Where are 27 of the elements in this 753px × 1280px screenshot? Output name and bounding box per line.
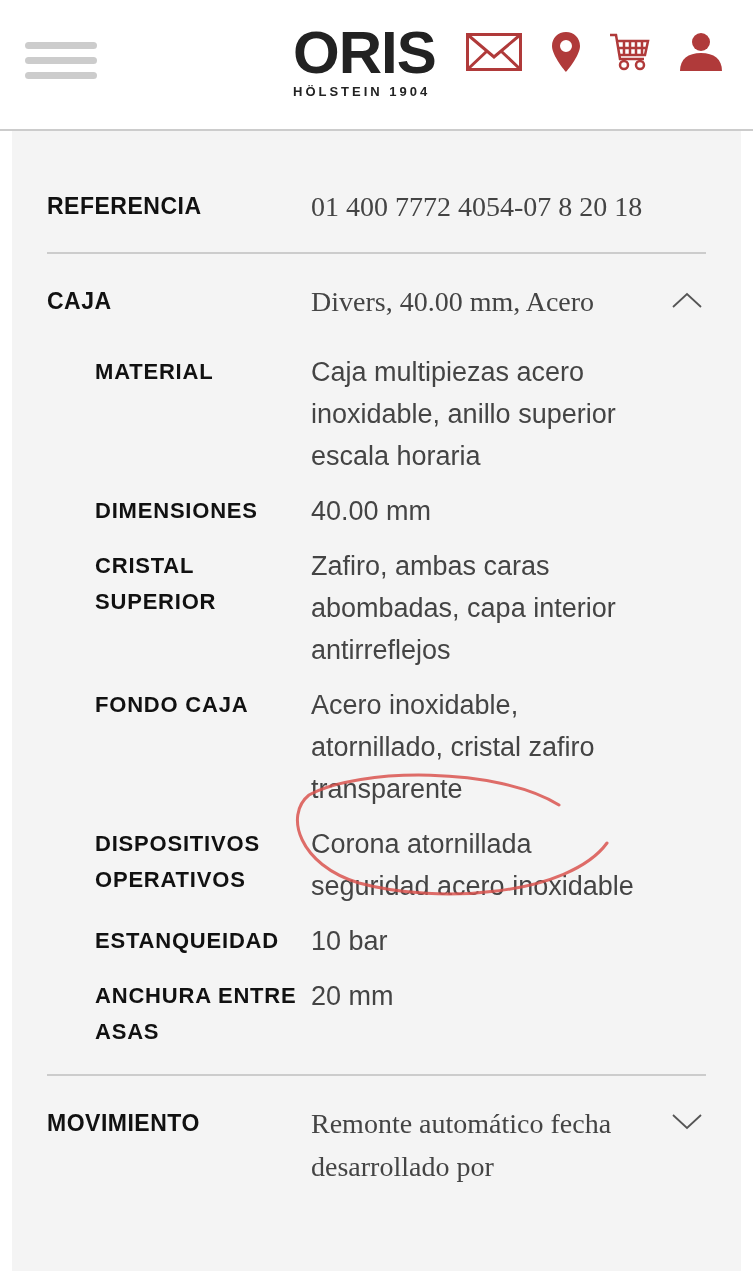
spec-label: FONDO CAJA [95,691,250,719]
spec-label: ANCHURA ENTRE ASAS [95,982,298,1046]
spec-value: 10 bar [311,926,388,956]
location-pin-icon[interactable] [552,32,580,72]
spec-value: Zafiro, ambas caras abombadas, capa interior antirreflejos [311,551,616,665]
logo-tagline: HÖLSTEIN 1904 [293,83,432,101]
section-summary: Divers, 40.00 mm, Acero [311,285,596,319]
section-label: CAJA [47,287,113,316]
chevron-down-icon[interactable] [672,1114,702,1130]
section-label: MOVIMIENTO [47,1109,201,1138]
section-summary: 01 400 7772 4054-07 8 20 18 [311,190,644,224]
spec-label: CRISTAL SUPERIOR [95,552,218,616]
spec-label: DISPOSITIVOS OPERATIVOS [95,830,261,894]
spec-label: MATERIAL [95,358,215,386]
mail-icon[interactable] [466,33,522,71]
chevron-up-icon[interactable] [672,292,702,308]
spec-value: 40.00 mm [311,496,432,526]
cart-icon[interactable] [610,33,650,71]
spec-label: DIMENSIONES [95,497,259,525]
spec-value: Caja multipiezas acero inoxidable, anillo superior escala horaria [311,357,616,471]
section-label: REFERENCIA [47,192,203,221]
logo[interactable]: ORIS [293,26,436,80]
spec-label: ESTANQUEIDAD [95,927,280,955]
spec-value: Acero inoxidable, atornillado, cristal zafiro transparente [311,690,595,804]
spec-value: 20 mm [311,981,394,1011]
section-summary: Remonte automático fecha desarrollado por [311,1107,613,1184]
user-icon[interactable] [680,33,722,71]
